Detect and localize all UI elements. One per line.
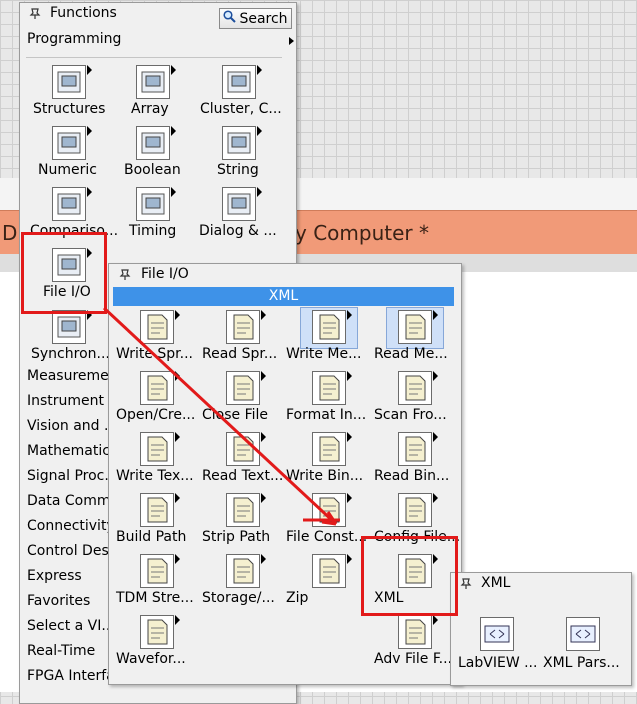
annotation-arrow [102, 306, 340, 526]
